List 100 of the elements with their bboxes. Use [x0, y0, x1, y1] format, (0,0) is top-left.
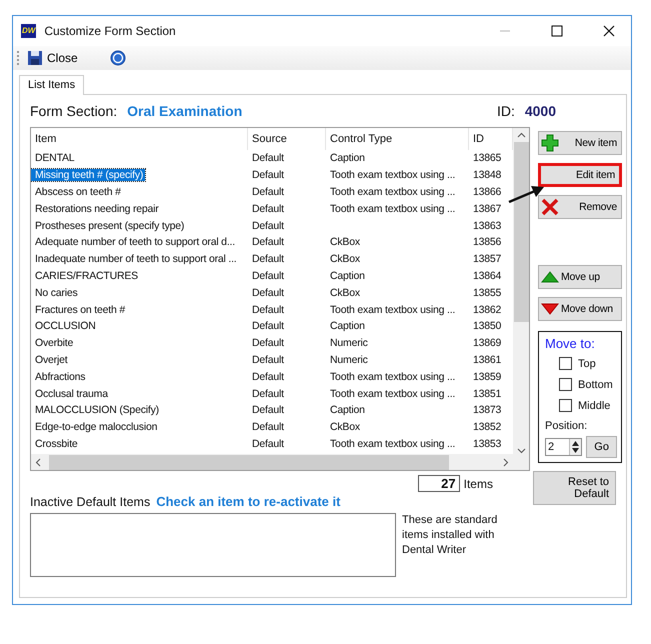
action-button[interactable]: Move up: [538, 265, 622, 289]
table-cell[interactable]: MALOCCLUSION (Specify): [31, 404, 161, 416]
table-cell[interactable]: OCCLUSION: [31, 320, 98, 332]
scroll-up-icon[interactable]: [516, 132, 526, 138]
window-title: Customize Form Section: [44, 24, 176, 38]
table-cell-text: Tooth exam textbox using ...: [329, 370, 456, 383]
table-cell-text: 13851: [472, 388, 502, 400]
id-value: 4000: [524, 103, 556, 119]
item-count: 27: [418, 475, 460, 492]
column-header[interactable]: Item: [31, 128, 248, 150]
table-cell-text: 13853: [472, 438, 502, 450]
table-cell[interactable]: No caries: [31, 286, 80, 299]
move-to-title: Move to:: [545, 336, 596, 351]
table-cell[interactable]: Abfractions: [31, 370, 88, 383]
action-button[interactable]: Edit item: [538, 163, 622, 187]
table-cell-text: Caption: [329, 404, 366, 416]
table-cell[interactable]: Overbite: [31, 337, 76, 350]
column-header[interactable]: Source: [248, 128, 326, 150]
app-logo-icon: DW: [21, 24, 36, 38]
position-label: Position:: [545, 420, 588, 432]
table-cell[interactable]: Occlusal trauma: [31, 388, 110, 400]
option-checkbox[interactable]: Middle: [559, 397, 617, 414]
standard-items-note: These are standard items installed with Dental Writer: [402, 513, 498, 558]
close-icon[interactable]: [603, 25, 615, 37]
table-cell[interactable]: DENTAL: [31, 152, 76, 164]
table-cell-text: 13863: [472, 220, 502, 232]
table-cell-text: Default: [251, 186, 285, 198]
table-cell-text: Default: [251, 304, 285, 316]
scroll-right-icon[interactable]: [503, 458, 509, 466]
action-button[interactable]: Remove: [538, 195, 622, 219]
table-cell[interactable]: Prostheses present (specify type): [31, 220, 186, 232]
table-cell-text: 13856: [472, 236, 502, 248]
close-button[interactable]: Close: [25, 48, 80, 68]
table-cell[interactable]: Abscess on teeth #: [31, 186, 123, 198]
table-cell-text: CkBox: [329, 286, 361, 299]
action-button[interactable]: New item: [538, 131, 622, 155]
table-cell-text: 13859: [472, 370, 502, 383]
table-cell[interactable]: Overjet: [31, 354, 70, 366]
table-cell-text: Tooth exam textbox using ...: [329, 202, 456, 215]
table-cell-text: Default: [251, 438, 285, 450]
form-section-label: Form Section:: [30, 103, 118, 119]
table-cell-text: 13864: [472, 270, 502, 282]
table-cell-text: 13848: [472, 169, 502, 182]
table-cell-text: 13850: [472, 320, 502, 332]
table-cell-text: Default: [251, 253, 285, 266]
table-cell-text: Default: [251, 388, 285, 400]
table-cell-text: Caption: [329, 320, 366, 332]
table-cell-text: 13865: [472, 152, 502, 164]
table-cell-text: Default: [251, 202, 285, 215]
table-cell-text: Tooth exam textbox using ...: [329, 388, 456, 400]
option-checkbox[interactable]: Top: [559, 355, 617, 372]
table-cell-text: Default: [251, 354, 285, 366]
plus-icon: [541, 134, 559, 152]
option-checkbox[interactable]: Bottom: [559, 376, 617, 393]
table-cell-text: Default: [251, 220, 285, 232]
table-cell-text: Default: [251, 370, 285, 383]
table-cell-text: CkBox: [329, 253, 361, 266]
table-cell-text: Caption: [329, 270, 366, 282]
table-cell-text: Default: [251, 320, 285, 332]
table-cell-text: 13869: [472, 337, 502, 350]
table-cell-text: Numeric: [329, 337, 369, 350]
cross-icon: [541, 198, 559, 216]
help-icon[interactable]: [110, 50, 126, 66]
table-cell[interactable]: Crossbite: [31, 438, 80, 450]
table-cell-text: Default: [251, 236, 285, 248]
position-spinner[interactable]: 2: [545, 438, 582, 456]
action-button[interactable]: Move down: [538, 297, 622, 321]
table-cell[interactable]: Restorations needing repair: [31, 202, 161, 215]
table-cell[interactable]: Edge-to-edge malocclusion: [31, 421, 160, 434]
table-cell-text: Default: [251, 152, 285, 164]
vertical-scrollbar[interactable]: [513, 128, 529, 454]
reset-to-default-button[interactable]: Reset to Default: [532, 471, 616, 505]
table-cell[interactable]: Fractures on teeth #: [31, 304, 127, 316]
table-cell-text: 13862: [472, 304, 502, 316]
tab[interactable]: List Items: [19, 75, 84, 95]
table-cell-text: Tooth exam textbox using ...: [329, 438, 456, 450]
table-cell[interactable]: Inadequate number of teeth to support oral ...: [31, 253, 239, 266]
table-cell[interactable]: Missing teeth # (specify): [31, 169, 146, 182]
table-cell-text: 13857: [472, 253, 502, 266]
id-label: ID:: [496, 103, 515, 119]
go-button[interactable]: Go: [586, 436, 617, 458]
items-label: Items: [464, 476, 493, 490]
table-cell-text: Default: [251, 270, 285, 282]
up-triangle-icon: [541, 271, 559, 283]
reactivate-hint: Check an item to re-activate it: [156, 494, 340, 509]
table-cell-text: Default: [251, 169, 285, 182]
inactive-items-label: Inactive Default Items: [30, 495, 150, 509]
table-cell[interactable]: CARIES/FRACTURES: [31, 270, 140, 282]
form-section-name: Oral Examination: [127, 103, 242, 119]
table-cell-text: Default: [251, 337, 285, 350]
table-cell[interactable]: Adequate number of teeth to support oral d...: [31, 236, 237, 248]
scroll-left-icon[interactable]: [35, 458, 41, 466]
table-cell-text: Tooth exam textbox using ...: [329, 304, 456, 316]
table-cell-text: Default: [251, 286, 285, 299]
table-cell-text: 13852: [472, 421, 502, 434]
table-cell-text: CkBox: [329, 421, 361, 434]
annotation-arrow: [507, 184, 545, 204]
column-header[interactable]: Control Type: [326, 128, 469, 150]
maximize-icon[interactable]: [551, 25, 563, 37]
scroll-down-icon[interactable]: [516, 448, 526, 454]
